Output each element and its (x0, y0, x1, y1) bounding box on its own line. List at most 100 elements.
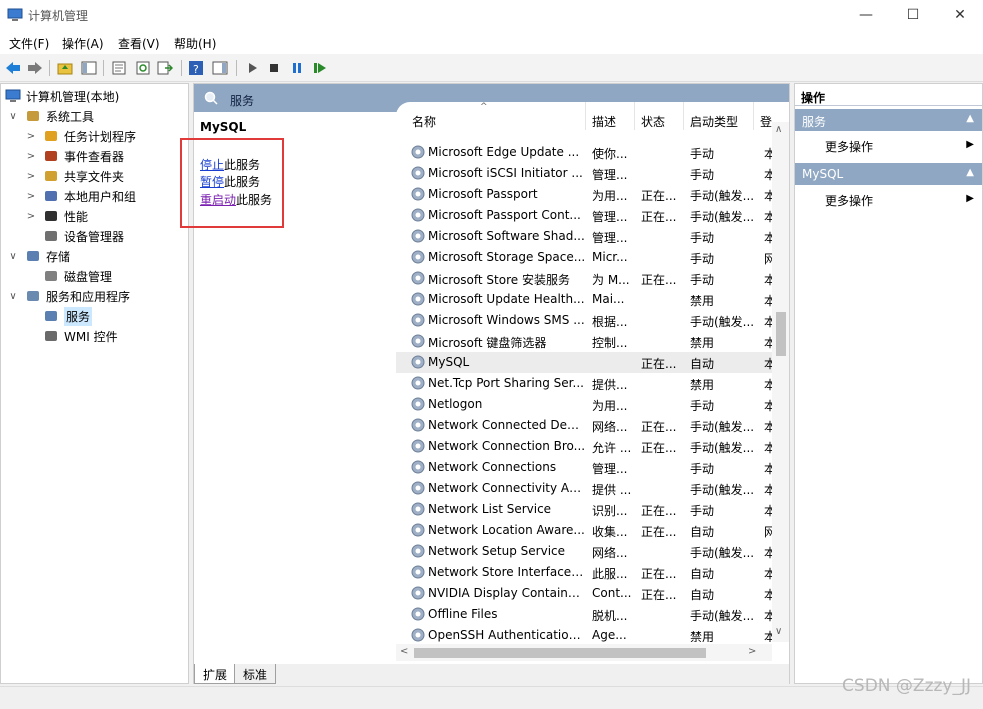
service-row[interactable]: Netlogon 为用... 手动 本 (396, 394, 772, 415)
service-name: Microsoft Store 安装服务 (428, 273, 570, 287)
action-pane-button[interactable] (210, 58, 230, 78)
tab-extended[interactable]: 扩展 (194, 664, 237, 684)
restart-service-button[interactable] (310, 58, 330, 78)
horizontal-scrollbar[interactable]: < > (396, 644, 772, 661)
tree-item[interactable]: 设备管理器 (25, 226, 124, 246)
actions-section-mysql[interactable]: MySQL ▲ (795, 163, 982, 185)
service-row[interactable]: Microsoft 键盘筛选器 控制... 禁用 本 (396, 331, 772, 352)
collapse-up-icon[interactable]: ▲ (966, 167, 974, 178)
service-description: 使你... (592, 147, 628, 161)
start-service-button[interactable] (242, 58, 262, 78)
service-row[interactable]: NVIDIA Display Containe... Cont... 正在... 自动… (396, 583, 772, 604)
chevron-right-icon[interactable]: > (25, 151, 37, 162)
scroll-up-icon[interactable]: ∧ (775, 124, 782, 135)
stop-icon (270, 64, 278, 72)
chevron-right-icon[interactable]: > (25, 131, 37, 142)
properties-button[interactable] (109, 58, 129, 78)
column-status[interactable]: 状态 (635, 102, 684, 130)
tab-standard[interactable]: 标准 (234, 664, 277, 684)
service-row[interactable]: Microsoft Passport Cont... 管理... 正在... 手动(触… (396, 205, 772, 226)
service-row[interactable]: Microsoft Store 安装服务 为 M... 正在... 手动 本 (396, 268, 772, 289)
pause-service-button[interactable] (287, 58, 307, 78)
menu-help[interactable]: 帮助(H) (174, 35, 216, 52)
menu-action[interactable]: 操作(A) (62, 35, 104, 52)
tree-item[interactable]: 服务 (25, 306, 93, 326)
maximize-button[interactable]: ☐ (890, 0, 936, 30)
tree-item[interactable]: ∨ 存储 (7, 246, 70, 266)
vertical-scrollbar[interactable]: ∧ ∨ (772, 122, 789, 642)
vertical-scroll-thumb[interactable] (776, 312, 786, 356)
up-folder-button[interactable] (55, 58, 75, 78)
stop-service-button[interactable] (264, 58, 284, 78)
action-pane-icon (212, 61, 228, 75)
service-row[interactable]: Network Connectivity Ass... 提供 ... 手动(触发..… (396, 478, 772, 499)
service-row[interactable]: Network Connection Bro... 允许 ... 正在... 手动(触… (396, 436, 772, 457)
close-button[interactable]: ✕ (937, 0, 983, 30)
service-row[interactable]: Network Setup Service 网络... 手动(触发... 本 (396, 541, 772, 562)
service-name: Offline Files (428, 607, 498, 621)
disk-icon (43, 268, 59, 284)
service-row[interactable]: Microsoft Edge Update ... 使你... 手动 本 (396, 142, 772, 163)
chevron-down-icon[interactable]: ∨ (7, 291, 19, 302)
column-log-on-as[interactable]: 登 (754, 102, 772, 130)
service-row[interactable]: Network Connected Devi... 网络... 正在... 手动(触发… (396, 415, 772, 436)
chevron-down-icon[interactable]: ∨ (7, 111, 19, 122)
service-row[interactable]: OpenSSH Authentication ... Age... 禁用 本 (396, 625, 772, 642)
more-actions-services[interactable]: 更多操作 (825, 138, 873, 155)
tree-item[interactable]: > 性能 (25, 206, 88, 226)
chevron-right-icon[interactable]: > (25, 191, 37, 202)
service-row[interactable]: Network Connections 管理... 手动 本 (396, 457, 772, 478)
chevron-down-icon[interactable]: ∨ (7, 251, 19, 262)
tree-root[interactable]: 计算机管理(本地) (5, 86, 119, 106)
chevron-right-icon[interactable]: > (25, 211, 37, 222)
service-row[interactable]: Network List Service 识别... 正在... 手动 本 (396, 499, 772, 520)
collapse-up-icon[interactable]: ▲ (966, 113, 974, 124)
service-row[interactable]: Microsoft Storage Space... Micr... 手动 网 (396, 247, 772, 268)
service-row[interactable]: Net.Tcp Port Sharing Ser... 提供... 禁用 本 (396, 373, 772, 394)
service-log-on-as: 本 (764, 483, 772, 497)
tree-item[interactable]: ∨ 系统工具 (7, 106, 94, 126)
tree-item[interactable]: > 本地用户和组 (25, 186, 136, 206)
service-row[interactable]: Offline Files 脱机... 手动(触发... 本 (396, 604, 772, 625)
tree-item[interactable]: > 事件查看器 (25, 146, 124, 166)
actions-section-services[interactable]: 服务 ▲ (795, 109, 982, 131)
export-list-button[interactable] (155, 58, 175, 78)
tree-item[interactable]: ∨ 服务和应用程序 (7, 286, 130, 306)
service-row[interactable]: Network Store Interface ... 此服... 正在... 自动 本 (396, 562, 772, 583)
column-name[interactable]: 名称 (406, 102, 586, 130)
service-row[interactable]: Network Location Aware... 收集... 正在... 自动 网 (396, 520, 772, 541)
tree-item[interactable]: 磁盘管理 (25, 266, 112, 286)
refresh-button[interactable] (133, 58, 153, 78)
minimize-button[interactable]: — (843, 0, 889, 30)
scroll-left-icon[interactable]: < (400, 646, 408, 657)
scroll-down-icon[interactable]: ∨ (775, 626, 782, 637)
horizontal-scroll-thumb[interactable] (414, 648, 706, 658)
scroll-right-icon[interactable]: > (748, 646, 756, 657)
more-actions-mysql[interactable]: 更多操作 (825, 192, 873, 209)
folder-up-icon (57, 63, 73, 75)
back-button[interactable] (3, 58, 23, 78)
service-row[interactable]: Microsoft Software Shad... 管理... 手动 本 (396, 226, 772, 247)
tree-item[interactable]: WMI 控件 (25, 326, 118, 346)
chevron-right-icon[interactable]: > (25, 171, 37, 182)
menu-view[interactable]: 查看(V) (118, 35, 160, 52)
tree-item-label: WMI 控件 (64, 329, 118, 344)
service-row[interactable]: Microsoft Update Health... Mai... 禁用 本 (396, 289, 772, 310)
service-name: Microsoft Update Health... (428, 292, 585, 306)
service-row[interactable]: Microsoft Windows SMS ... 根据... 手动(触发... 本 (396, 310, 772, 331)
service-row[interactable]: Microsoft iSCSI Initiator ... 管理... 手动 本 (396, 163, 772, 184)
tree-item[interactable]: > 共享文件夹 (25, 166, 124, 186)
help-button[interactable]: ? (186, 58, 206, 78)
service-status: 正在... (641, 210, 677, 224)
forward-button[interactable] (25, 58, 45, 78)
column-startup-type[interactable]: 启动类型 (684, 102, 754, 130)
show-hide-tree-button[interactable] (79, 58, 99, 78)
service-row[interactable]: Microsoft Passport 为用... 正在... 手动(触发... 本 (396, 184, 772, 205)
column-description[interactable]: 描述 (586, 102, 635, 130)
tree-item[interactable]: > 任务计划程序 (25, 126, 136, 146)
service-startup-type: 自动 (690, 567, 715, 581)
menu-file[interactable]: 文件(F) (9, 35, 49, 52)
service-name: Microsoft Passport (428, 187, 538, 201)
service-description: 网络... (592, 420, 628, 434)
service-row[interactable]: MySQL 正在... 自动 本 (396, 352, 772, 373)
